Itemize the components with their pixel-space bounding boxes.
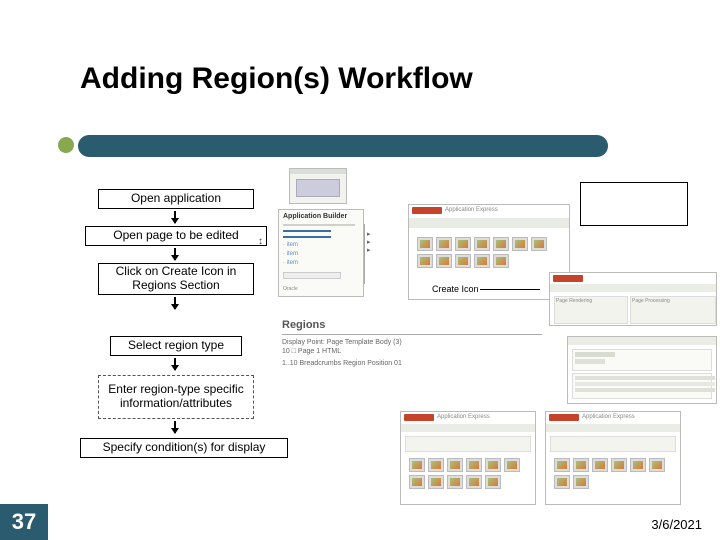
callout-line: [480, 289, 540, 290]
region-type-thumb: [485, 475, 501, 489]
slide-number: 37: [0, 504, 48, 540]
empty-box: [580, 182, 688, 226]
regions-body: Display Point: Page Template Body (3) 10…: [282, 338, 552, 368]
regions-header: Regions: [282, 319, 325, 331]
regions-rule: [282, 334, 542, 335]
arrow-3-icon: [174, 297, 176, 309]
region-type-thumb: [447, 475, 463, 489]
appexpress-label: Application Express: [437, 414, 490, 420]
callout-create-icon: Create Icon: [432, 284, 479, 294]
arrow-4-icon: [174, 358, 176, 370]
arrow-2-icon: [174, 248, 176, 260]
title-underline: [78, 135, 608, 157]
app-thumb: [531, 237, 547, 251]
region-type-thumb: [447, 458, 463, 472]
link-line: [283, 230, 331, 238]
app-thumb: [493, 254, 509, 268]
step-specify-conditions: Specify condition(s) for display: [80, 438, 288, 458]
region-type-thumb: [630, 458, 646, 472]
appexpress-label: Application Express: [445, 207, 498, 213]
regions-line3: 1..10 Breadcrumbs Region Position 01: [282, 359, 552, 368]
app-thumb: [474, 237, 490, 251]
region-type-thumb: [611, 458, 627, 472]
region-type-thumb: [504, 458, 520, 472]
region-type-thumb: [573, 458, 589, 472]
step-click-create-icon: Click on Create Icon in Regions Section: [98, 263, 254, 295]
app-thumb: [512, 237, 528, 251]
bullet-decor: [58, 137, 74, 153]
slide-date: 3/6/2021: [651, 517, 702, 532]
screenshot-small-window: [289, 168, 347, 204]
region-type-thumb: [428, 458, 444, 472]
regions-line1: Display Point: Page Template Body (3): [282, 338, 552, 347]
divider: [364, 224, 365, 284]
arrow-5-icon: [174, 421, 176, 433]
window-body: [296, 179, 340, 197]
region-type-grid: [405, 454, 531, 493]
app-thumb: [474, 254, 490, 268]
region-type-thumb: [409, 475, 425, 489]
app-thumb: [455, 254, 471, 268]
slide-title: Adding Region(s) Workflow: [80, 62, 473, 96]
window-titlebar: [290, 169, 346, 174]
screenshot-region-wizard-2: Application Express: [545, 411, 681, 505]
app-thumb: [436, 254, 452, 268]
arrow-1-icon: [174, 211, 176, 223]
appbuilder-label: Application Builder: [283, 213, 347, 220]
region-type-thumb: [649, 458, 665, 472]
region-type-thumb: [592, 458, 608, 472]
appexpress-label: Application Express: [582, 414, 635, 420]
screenshot-detail-panel: [567, 336, 717, 404]
screenshot-page-editor: Page Rendering Page Processing: [549, 272, 717, 326]
region-type-thumb: [573, 475, 589, 489]
screenshot-region-wizard-1: Application Express: [400, 411, 536, 505]
step-select-region-type: Select region type: [110, 336, 242, 356]
region-type-thumb: [554, 475, 570, 489]
oracle-logo-icon: [412, 207, 442, 214]
region-type-thumb: [485, 458, 501, 472]
screenshot-app-builder: Application Builder · item · item · item…: [278, 209, 364, 297]
app-thumb: [493, 237, 509, 251]
oracle-logo-icon: [404, 414, 434, 421]
region-type-thumb: [466, 458, 482, 472]
regions-line2: 10 □ Page 1 HTML: [282, 347, 552, 356]
app-thumb: [417, 254, 433, 268]
region-type-grid: [550, 454, 676, 493]
icon-grid: [413, 233, 565, 272]
step-open-application: Open application: [98, 189, 254, 209]
range-arrow-icon: ↕: [258, 236, 263, 247]
oracle-logo-icon: [553, 275, 583, 282]
step-open-page: Open page to be edited: [85, 226, 267, 246]
step-enter-attributes: Enter region-type specific information/a…: [98, 375, 254, 419]
region-type-thumb: [466, 475, 482, 489]
region-type-thumb: [428, 475, 444, 489]
region-type-thumb: [409, 458, 425, 472]
app-thumb: [436, 237, 452, 251]
app-thumb: [455, 237, 471, 251]
oracle-logo-icon: [549, 414, 579, 421]
region-type-thumb: [554, 458, 570, 472]
app-thumb: [417, 237, 433, 251]
